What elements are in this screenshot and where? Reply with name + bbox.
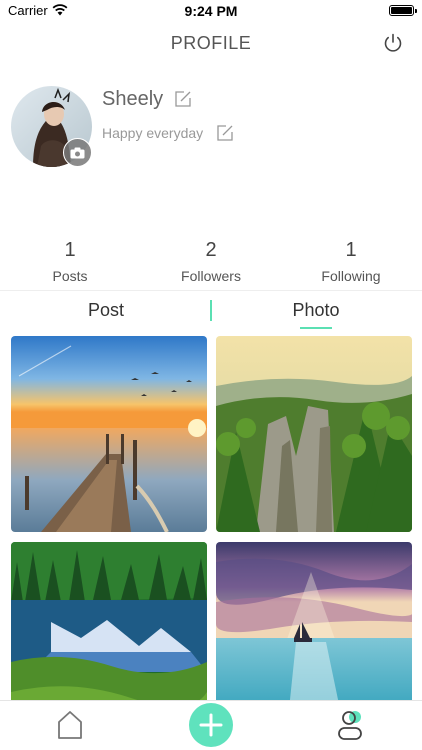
power-icon[interactable] — [382, 32, 404, 54]
tab-post[interactable]: Post — [6, 300, 206, 321]
home-icon[interactable] — [57, 710, 83, 740]
photo-pier-sunset[interactable] — [11, 336, 207, 532]
stat-posts[interactable]: 1 Posts — [0, 236, 140, 284]
active-tab-indicator — [300, 327, 332, 329]
stat-label: Following — [321, 268, 381, 284]
stat-value: 1 — [345, 239, 357, 261]
edit-name-icon[interactable] — [174, 90, 192, 108]
divider — [0, 290, 422, 291]
stat-label: Followers — [181, 268, 241, 284]
page-title: PROFILE — [170, 33, 252, 53]
tab-photo[interactable]: Photo — [216, 300, 416, 321]
stat-value: 2 — [205, 239, 217, 261]
stat-followers[interactable]: 2 Followers — [141, 236, 281, 284]
profile-name: Sheely — [102, 88, 164, 110]
stat-label: Posts — [52, 268, 88, 284]
edit-motto-icon[interactable] — [216, 124, 234, 142]
clock: 9:24 PM — [184, 3, 238, 19]
camera-icon — [70, 147, 85, 158]
change-avatar-button[interactable] — [63, 138, 92, 167]
status-bar: Carrier 9:24 PM — [0, 0, 422, 22]
add-post-button[interactable] — [189, 703, 233, 747]
stat-value: 1 — [64, 239, 76, 261]
profile-icon[interactable] — [335, 709, 367, 741]
stat-following[interactable]: 1 Following — [281, 236, 421, 284]
add-icon — [199, 713, 223, 737]
tab-separator — [210, 300, 212, 321]
profile-motto: Happy everyday — [102, 125, 204, 141]
battery-icon — [389, 5, 417, 16]
profile-stats: 1 Posts 2 Followers 1 Following — [0, 236, 422, 290]
photo-forest-cliffs[interactable] — [216, 336, 412, 532]
